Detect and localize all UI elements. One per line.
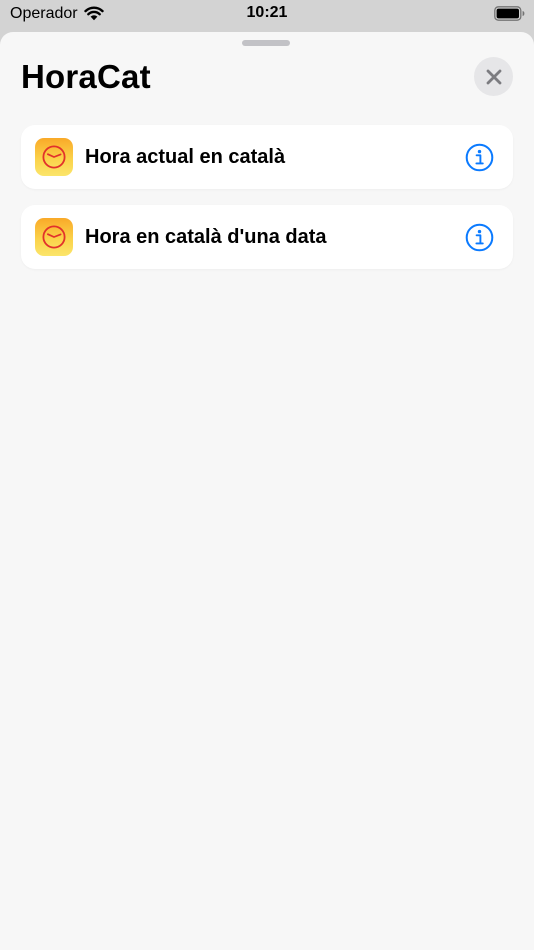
shortcut-label: Hora actual en català <box>85 146 286 168</box>
info-icon <box>465 143 494 172</box>
info-icon <box>465 223 494 252</box>
shortcut-row-current-time[interactable]: Hora actual en català <box>21 125 513 189</box>
status-bar: Operador 10:21 <box>0 0 534 30</box>
clock-app-icon <box>35 218 73 256</box>
status-time: 10:21 <box>246 4 288 21</box>
close-button[interactable] <box>474 57 513 96</box>
sheet-title: HoraCat <box>21 58 151 95</box>
close-icon <box>486 69 502 85</box>
clock-app-icon <box>35 138 73 176</box>
battery-icon <box>494 6 525 21</box>
sheet-grabber[interactable] <box>242 40 290 46</box>
shortcut-label: Hora en català d'una data <box>85 226 327 248</box>
info-button[interactable] <box>465 223 494 252</box>
shortcut-list: Hora actual en català Hora en català d'u… <box>21 125 513 285</box>
shortcut-row-date-time[interactable]: Hora en català d'una data <box>21 205 513 269</box>
shortcuts-sheet: HoraCat Hora actual en català Hora en ca… <box>0 32 534 950</box>
info-button[interactable] <box>465 143 494 172</box>
